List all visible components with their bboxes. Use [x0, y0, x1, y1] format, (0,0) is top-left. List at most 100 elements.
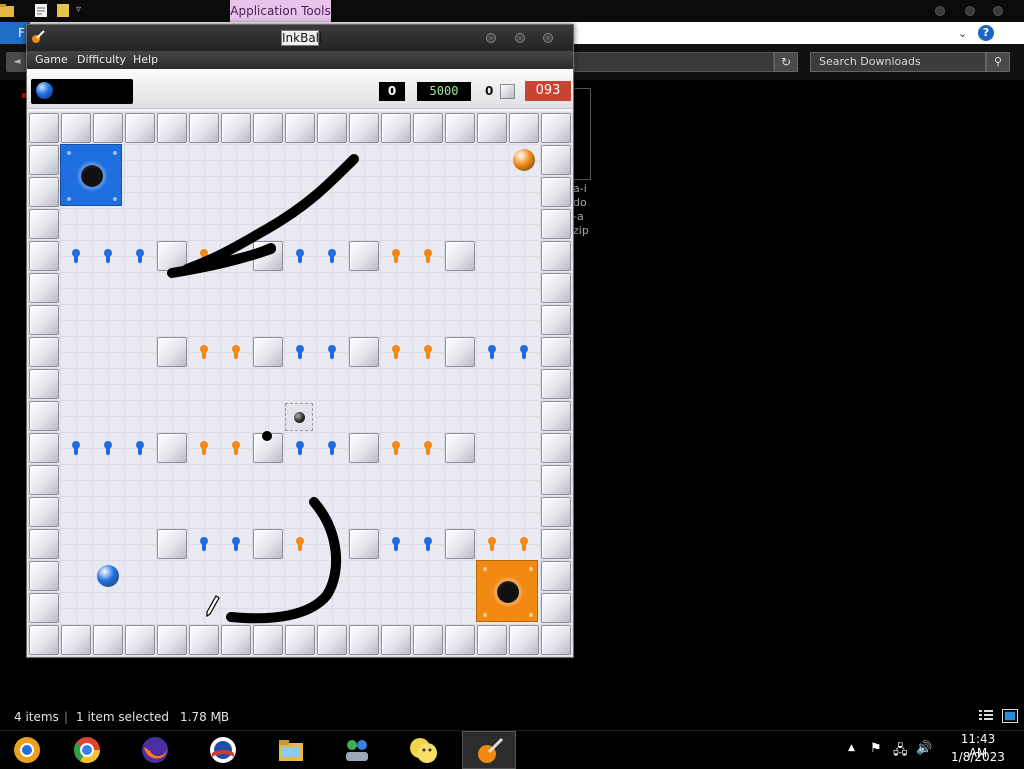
wall-block — [317, 113, 347, 143]
orange-keyhole — [391, 249, 401, 263]
orange-keyhole — [295, 537, 305, 551]
wall-block — [253, 337, 283, 367]
wall-block — [157, 241, 187, 271]
wall-block — [541, 593, 571, 623]
new-folder-icon[interactable] — [56, 3, 70, 18]
search-input[interactable]: Search Downloads — [810, 52, 986, 72]
blue-keyhole — [327, 345, 337, 359]
wall-block — [541, 337, 571, 367]
orange-keyhole — [423, 441, 433, 455]
wall-block — [541, 305, 571, 335]
address-bar[interactable] — [574, 52, 774, 72]
menu-game[interactable]: Game — [35, 51, 68, 69]
blue-ball — [97, 565, 119, 587]
blue-keyhole — [519, 345, 529, 359]
wall-block — [29, 177, 59, 207]
file-thumbnail[interactable] — [573, 88, 591, 180]
wall-block — [349, 529, 379, 559]
taskbar-inkball[interactable] — [462, 731, 516, 769]
inkball-titlebar: InkBall — [27, 25, 573, 51]
close-button[interactable] — [993, 6, 1003, 16]
minimize-button[interactable] — [935, 6, 945, 16]
back-button[interactable]: ◄ — [6, 52, 28, 72]
taskbar-smiley-app[interactable] — [396, 731, 450, 769]
wall-block — [541, 369, 571, 399]
wall-block — [349, 241, 379, 271]
maximize-button[interactable] — [965, 6, 975, 16]
help-icon[interactable]: ? — [978, 25, 994, 41]
minimize-button[interactable] — [486, 33, 496, 43]
orange-keyhole — [391, 441, 401, 455]
blue-keyhole — [327, 249, 337, 263]
volume-icon[interactable]: 🔊 — [916, 741, 932, 756]
wall-block — [349, 433, 379, 463]
wall-block — [29, 529, 59, 559]
properties-icon[interactable] — [34, 3, 48, 18]
wall-block — [157, 529, 187, 559]
orange-keyhole — [199, 345, 209, 359]
status-separator: | — [218, 710, 223, 724]
wall-block — [477, 113, 507, 143]
menu-bar: Game Difficulty Help — [27, 51, 573, 69]
orange-ball — [513, 149, 535, 171]
wall-block — [29, 337, 59, 367]
wall-block — [189, 625, 219, 655]
timer: 093 — [525, 81, 571, 101]
wall-block — [541, 625, 571, 655]
menu-help[interactable]: Help — [133, 51, 158, 69]
wall-block — [93, 113, 123, 143]
wall-block — [541, 209, 571, 239]
show-hidden-icons[interactable]: ▲ — [848, 743, 855, 753]
wall-block — [445, 113, 475, 143]
taskbar-firefox[interactable] — [128, 731, 182, 769]
blue-keyhole — [423, 537, 433, 551]
wall-block — [29, 401, 59, 431]
orange-keyhole — [231, 441, 241, 455]
refresh-button[interactable]: ↻ — [774, 52, 798, 72]
wall-block — [541, 401, 571, 431]
wall-block — [349, 113, 379, 143]
taskbar-file-explorer[interactable] — [264, 731, 318, 769]
wall-block — [29, 561, 59, 591]
people-network-icon — [346, 740, 368, 761]
orange-keyhole — [199, 249, 209, 263]
inkball-icon — [478, 737, 504, 763]
collapse-ribbon-icon[interactable]: ⌄ — [958, 27, 967, 40]
taskbar-chrome[interactable] — [60, 731, 114, 769]
close-button[interactable] — [543, 33, 553, 43]
wall-block — [285, 113, 315, 143]
wall-block — [29, 497, 59, 527]
ball-spawner — [285, 403, 313, 431]
network-icon[interactable]: 🖧 — [893, 741, 908, 763]
blue-keyhole — [487, 345, 497, 359]
taskbar-network-people[interactable] — [330, 731, 384, 769]
wall-block — [253, 241, 283, 271]
gray-block-icon — [500, 84, 515, 99]
action-center-flag-icon[interactable]: ⚑ — [870, 741, 882, 756]
details-view-icon[interactable] — [978, 709, 994, 723]
wall-block — [29, 305, 59, 335]
wall-block — [477, 625, 507, 655]
wall-block — [93, 625, 123, 655]
large-icons-view-icon[interactable] — [1002, 709, 1018, 723]
clock-date[interactable]: 1/8/2023 — [945, 750, 1011, 764]
taskbar-obama-logo[interactable] — [196, 731, 250, 769]
orange-hole — [476, 560, 538, 622]
wall-block — [509, 625, 539, 655]
wall-block — [349, 625, 379, 655]
orange-keyhole — [391, 345, 401, 359]
balls-scored: 0 — [379, 82, 405, 101]
wall-block — [29, 593, 59, 623]
wall-block — [541, 433, 571, 463]
search-icon[interactable]: ⚲ — [986, 52, 1010, 72]
application-tools-tab[interactable]: Application Tools — [230, 0, 331, 22]
wall-block — [61, 625, 91, 655]
game-board[interactable] — [27, 111, 573, 657]
taskbar-chrome-canary[interactable] — [0, 731, 54, 769]
customize-quick-access-icon[interactable]: ▿ — [76, 4, 81, 15]
next-ball-panel — [31, 79, 133, 104]
maximize-button[interactable] — [515, 33, 525, 43]
menu-difficulty[interactable]: Difficulty — [77, 51, 126, 69]
wall-block — [413, 113, 443, 143]
folder-icon[interactable] — [0, 3, 14, 18]
